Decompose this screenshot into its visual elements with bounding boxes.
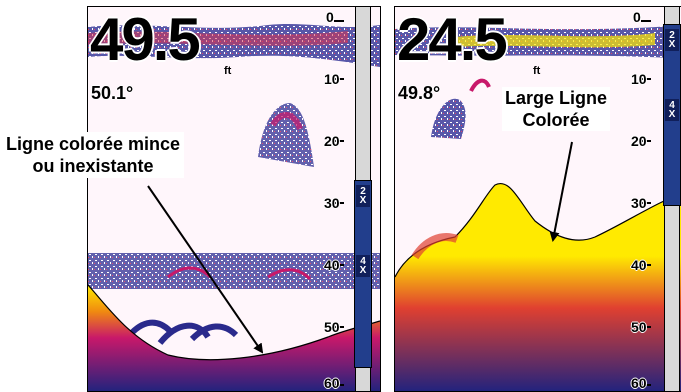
sonar-screen-right: 24.5 ft 49.8° 0 10 20 30 40 50 60 (394, 6, 681, 392)
zoom-label-4x: 4 X (665, 99, 679, 121)
scale-label-30: 30 (631, 195, 647, 211)
scale-label-50: 50 (631, 319, 647, 335)
depth-unit: ft (533, 65, 541, 77)
caption-right-line1: Large Ligne (505, 88, 608, 108)
zoom-bar-left[interactable]: 2 X 4 X (354, 180, 372, 368)
scale-label-60: 60 (324, 375, 340, 391)
scale-label-10: 10 (631, 71, 647, 87)
scale-label-40: 40 (324, 257, 340, 273)
zoom-label-2x: 2 X (665, 29, 679, 51)
zoom-label-4x: 4 X (356, 255, 370, 277)
scale-label-50: 50 (324, 319, 340, 335)
caption-right-line2: Colorée (522, 110, 590, 130)
scale-label-20: 20 (324, 133, 340, 149)
zoom-label-2x: 2 X (356, 185, 370, 207)
caption-left: Ligne colorée mince ou inexistante (2, 132, 185, 178)
depth-readout: 24.5 (397, 6, 508, 73)
caption-left-line2: ou inexistante (32, 156, 154, 176)
depth-unit: ft (224, 65, 232, 77)
scale-label-0: 0 (326, 9, 334, 25)
fish-arch (431, 98, 466, 139)
temperature-readout: 50.1° (91, 83, 134, 103)
caption-right: Large Ligne Colorée (502, 87, 611, 131)
scale-label-60: 60 (631, 375, 647, 391)
caption-left-line1: Ligne colorée mince (6, 134, 181, 154)
scale-label-30: 30 (324, 195, 340, 211)
temperature-readout: 49.8° (398, 83, 441, 103)
sonar-screen-left: 49.5 ft 50.1° 0 10 20 30 40 50 60 (87, 6, 381, 392)
scale-label-40: 40 (631, 257, 647, 273)
depth-readout: 49.5 (90, 6, 201, 73)
zoom-bar-right[interactable]: 2 X 4 X (663, 24, 681, 206)
scale-label-20: 20 (631, 133, 647, 149)
scale-label-0: 0 (633, 9, 641, 25)
scale-label-10: 10 (324, 71, 340, 87)
